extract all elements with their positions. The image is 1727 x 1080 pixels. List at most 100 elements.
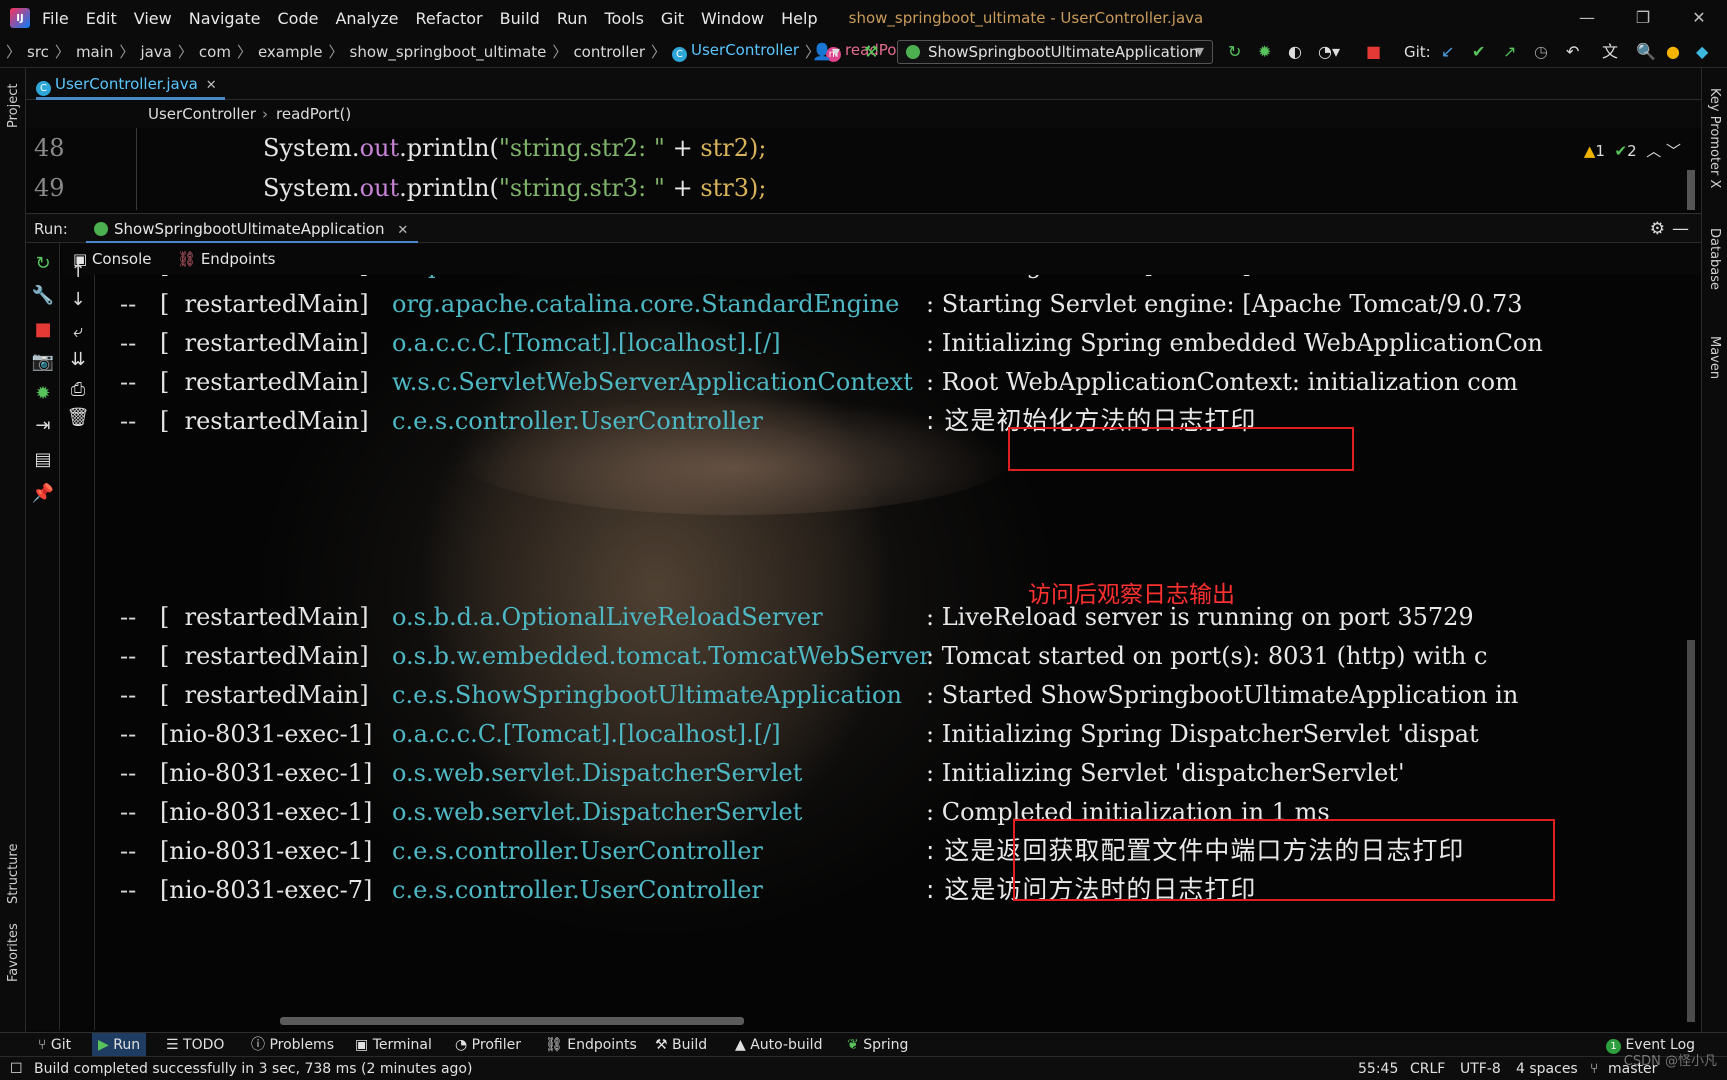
menu-tools[interactable]: Tools [605, 9, 644, 28]
breadcrumb-main[interactable]: main [76, 43, 113, 61]
close-tab-icon[interactable]: ✕ [397, 223, 408, 238]
git-commit-icon[interactable]: ✔ [1472, 36, 1485, 68]
arrow-down-icon[interactable]: ↓ [61, 289, 95, 310]
console-vertical-scrollbar[interactable] [1687, 640, 1695, 1022]
breadcrumb-example[interactable]: example [258, 43, 323, 61]
stop-icon[interactable]: ■ [1366, 36, 1381, 68]
plugin-icon[interactable]: ◆ [1696, 36, 1708, 68]
soft-wrap-icon[interactable]: ⤶ [61, 321, 95, 342]
log-dash: -- [120, 290, 137, 318]
wrench-icon[interactable]: 🔧 [26, 285, 60, 306]
minimize-panel-icon[interactable]: — [1672, 214, 1689, 244]
menu-analyze[interactable]: Analyze [335, 9, 398, 28]
indent-setting[interactable]: 4 spaces [1516, 1057, 1578, 1080]
tab-endpoints[interactable]: ⛓ Endpoints [177, 243, 275, 275]
tool-build[interactable]: ⚒ Build [655, 1033, 707, 1057]
menu-run[interactable]: Run [557, 9, 588, 28]
console-tabs: ▣ Console ⛓ Endpoints [61, 243, 1701, 275]
tool-profiler[interactable]: ◔ Profiler [455, 1033, 521, 1057]
run-tab[interactable]: ShowSpringbootUltimateApplication ✕ [86, 214, 419, 244]
tool-endpoints[interactable]: ⛓ Endpoints [545, 1033, 637, 1057]
tool-problems[interactable]: ⓘ Problems [251, 1033, 334, 1057]
git-push-icon[interactable]: ↗ [1503, 36, 1516, 68]
breadcrumb-src[interactable]: src [27, 43, 49, 61]
menu-file[interactable]: File [42, 9, 69, 28]
console-horizontal-scrollbar[interactable] [280, 1017, 744, 1025]
tool-todo[interactable]: ☰ TODO [166, 1033, 224, 1057]
tool-git[interactable]: ⑂ Git [38, 1033, 71, 1057]
user-icon[interactable]: 👤▾ [812, 36, 840, 68]
intellij-logo-icon[interactable]: IJ [10, 8, 30, 28]
menu-build[interactable]: Build [500, 9, 540, 28]
log-message: : Started ShowSpringbootUltimateApplicat… [926, 681, 1519, 709]
menu-navigate[interactable]: Navigate [189, 9, 261, 28]
tool-spring[interactable]: ❦ Spring [847, 1033, 908, 1057]
project-tool-tab[interactable]: Project [6, 84, 21, 128]
database-tool-tab[interactable]: Database [1707, 228, 1722, 290]
cursor-position[interactable]: 55:45 [1358, 1057, 1398, 1080]
tool-run[interactable]: ▶ Run [92, 1033, 147, 1057]
log-class: c.e.s.controller.UserController [392, 876, 763, 904]
rerun-icon[interactable]: ↻ [1228, 36, 1241, 68]
rollback-icon[interactable]: ↶ [1566, 36, 1579, 68]
breadcrumb-class[interactable]: C UserController [672, 41, 799, 62]
menu-view[interactable]: View [134, 9, 172, 28]
tab-user-controller[interactable]: C UserController.java ✕ [36, 68, 225, 100]
inspection-widget[interactable]: ▲1 ✔2 ︿ ﹀ [1584, 140, 1681, 161]
gear-icon[interactable]: ⚙ [1650, 214, 1665, 244]
search-icon[interactable]: 🔍 [1636, 36, 1656, 68]
minimize-button[interactable]: — [1559, 0, 1615, 36]
hammer-build-icon[interactable]: ⚒ [864, 36, 878, 68]
tool-label: Endpoints [567, 1037, 637, 1053]
line-separator[interactable]: CRLF [1410, 1057, 1445, 1080]
code-editor[interactable]: 48 System.out.println("string.str2: " + … [26, 128, 1701, 210]
history-icon[interactable]: ◷ [1534, 36, 1548, 68]
update-icon[interactable]: ● [1666, 36, 1680, 68]
tool-terminal[interactable]: ▣ Terminal [355, 1033, 432, 1057]
menu-code[interactable]: Code [278, 9, 319, 28]
breadcrumb-project[interactable]: show_springboot_ultimate [350, 43, 547, 61]
menu-help[interactable]: Help [781, 9, 817, 28]
menu-edit[interactable]: Edit [86, 9, 117, 28]
tool-auto-build[interactable]: ▲ Auto-build [735, 1033, 822, 1057]
close-window-button[interactable]: ✕ [1671, 0, 1727, 36]
chevron-up-icon[interactable]: ︿ [1646, 142, 1661, 160]
editor-scroll-thumb[interactable] [1687, 170, 1695, 210]
key-promoter-tool-tab[interactable]: Key Promoter X [1707, 88, 1722, 188]
debug-icon[interactable]: ✹ [26, 383, 60, 404]
file-encoding[interactable]: UTF-8 [1460, 1057, 1501, 1080]
favorites-tool-tab[interactable]: Favorites [6, 923, 21, 982]
restore-button[interactable]: ❐ [1615, 0, 1671, 36]
structure-tool-tab[interactable]: Structure [6, 844, 21, 904]
breadcrumb-controller[interactable]: controller [573, 43, 645, 61]
layout-icon[interactable]: ▤ [26, 449, 60, 470]
status-square-icon[interactable]: ☐ [10, 1057, 23, 1080]
editor-crumb-method[interactable]: readPort() [276, 100, 351, 128]
debug-bug-icon[interactable]: ✹ [1258, 36, 1271, 68]
translate-icon[interactable]: 文 [1602, 36, 1618, 68]
profiler-icon[interactable]: ◔▾ [1318, 36, 1340, 68]
pin-icon[interactable]: 📌 [26, 483, 60, 504]
chevron-down-icon[interactable]: ﹀ [1666, 142, 1681, 160]
status-message[interactable]: Build completed successfully in 3 sec, 7… [34, 1057, 472, 1080]
breadcrumb-java[interactable]: java [140, 43, 171, 61]
git-update-icon[interactable]: ↙ [1441, 36, 1454, 68]
exit-icon[interactable]: ⇥ [26, 415, 60, 436]
stop-icon[interactable]: ■ [26, 319, 60, 340]
trash-icon[interactable]: 🗑 [61, 407, 95, 428]
close-tab-icon[interactable]: ✕ [206, 78, 217, 93]
coverage-icon[interactable]: ◐ [1288, 36, 1302, 68]
maven-tool-tab[interactable]: Maven [1707, 336, 1722, 379]
print-icon[interactable]: ⎙ [61, 379, 95, 400]
rerun-icon[interactable]: ↻ [26, 253, 60, 274]
camera-icon[interactable]: 📷 [26, 351, 60, 372]
arrow-up-icon[interactable]: ↑ [61, 261, 95, 282]
menu-refactor[interactable]: Refactor [416, 9, 483, 28]
menu-git[interactable]: Git [661, 9, 684, 28]
menu-window[interactable]: Window [701, 9, 764, 28]
breadcrumb-com[interactable]: com [199, 43, 231, 61]
scroll-to-end-icon[interactable]: ⇊ [61, 349, 95, 370]
run-configuration-select[interactable]: ShowSpringbootUltimateApplication ▼ [897, 40, 1213, 64]
editor-crumb-class[interactable]: UserController [148, 100, 256, 128]
console-output[interactable]: --[ restartedMain]o.apache.catalina.core… [96, 275, 1701, 1030]
